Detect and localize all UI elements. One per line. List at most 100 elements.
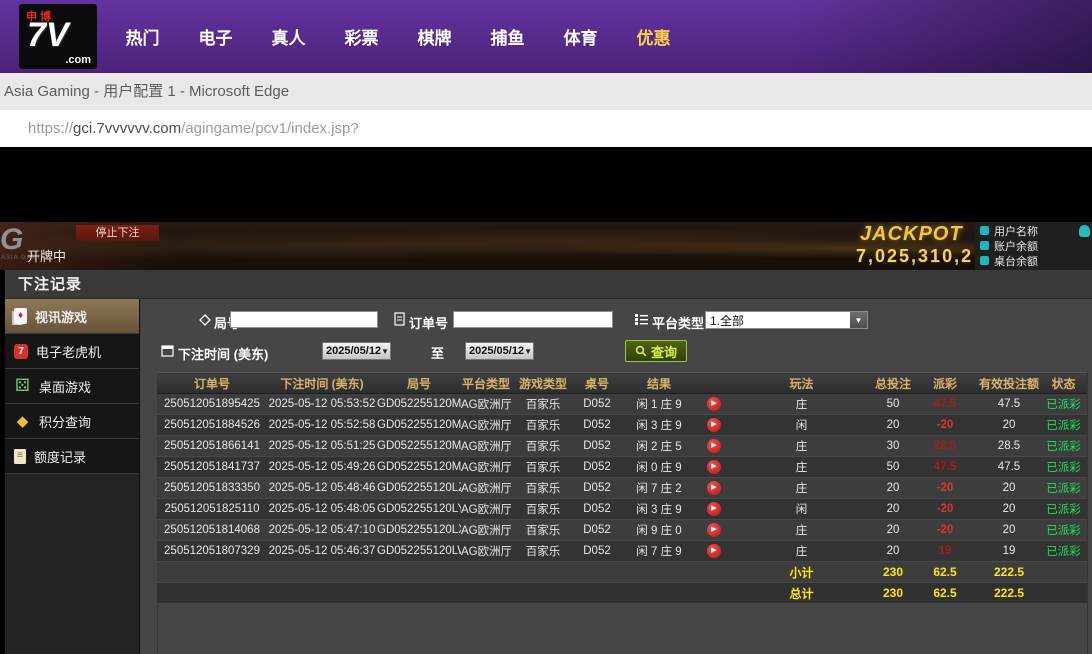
cell-time: 2025-05-12 05:49:26	[267, 457, 377, 478]
round-number-input[interactable]	[230, 311, 378, 328]
top-navigation: 申博 7V .com 热门电子真人彩票棋牌捕鱼体育优惠	[0, 0, 1092, 73]
cell-time: 2025-05-12 05:53:52	[267, 394, 377, 415]
jackpot-label: JACKPOT	[860, 223, 963, 246]
browser-urlbar[interactable]: https://gci.7vvvvvv.com/agingame/pcv1/in…	[0, 110, 1092, 147]
total-payout: 62.5	[912, 583, 978, 604]
cell-time: 2025-05-12 05:47:10	[267, 520, 377, 541]
play-video-button[interactable]: ▶	[707, 439, 721, 453]
nav-item-promotions[interactable]: 优惠	[617, 24, 690, 49]
account-row-icon	[980, 226, 989, 235]
cell-play-btn: ▶	[699, 499, 729, 520]
nav-item-fishing[interactable]: 捕鱼	[471, 24, 544, 49]
cell-platform: AG欧洲厅	[461, 394, 511, 415]
game-stream-strip: G ASIA GAMING 停止下注 开牌中 JACKPOT 7,025,310…	[0, 222, 1092, 270]
cell-play: 闲	[729, 499, 874, 520]
total-valid: 222.5	[978, 583, 1040, 604]
col-header-platform: 平台类型	[461, 373, 511, 394]
cell-play-btn: ▶	[699, 394, 729, 415]
url-scheme: https://	[28, 120, 73, 137]
play-video-button[interactable]: ▶	[707, 544, 721, 558]
jackpot-value: 7,025,310,2	[856, 246, 973, 267]
play-video-button[interactable]: ▶	[707, 502, 721, 516]
chevron-down-icon: ▼	[381, 347, 389, 356]
cell-table-no: D052	[575, 520, 619, 541]
bet-records-table: 订单号下注时间 (美东)局号平台类型游戏类型桌号结果玩法总投注派彩有效投注额状态…	[157, 372, 1087, 604]
date-from-button[interactable]: 2025/05/12 ▼	[322, 342, 391, 360]
cell-valid: 20	[978, 520, 1040, 541]
screen: 申博 7V .com 热门电子真人彩票棋牌捕鱼体育优惠 Asia Gaming …	[0, 0, 1092, 654]
sidebar-item-table-games[interactable]: 桌面游戏	[5, 369, 139, 404]
subtotal-row: 小计 230 62.5 222.5	[157, 562, 1087, 583]
chevron-down-icon: ▼	[850, 312, 867, 328]
cell-result: 闲 1 庄 9	[619, 394, 699, 415]
cell-valid: 47.5	[978, 394, 1040, 415]
col-header-game: 游戏类型	[511, 373, 575, 394]
search-button-label: 查询	[651, 342, 677, 361]
nav-item-sports[interactable]: 体育	[544, 24, 617, 49]
cell-status: 已派彩	[1040, 520, 1087, 541]
platform-type-select[interactable]: 1.全部 ▼	[705, 311, 868, 329]
play-video-button[interactable]: ▶	[707, 397, 721, 411]
account-info-panel: 用户名称账户余额桌台余额	[975, 222, 1092, 270]
sidebar-item-label: 额度记录	[34, 447, 86, 466]
play-video-button[interactable]: ▶	[707, 481, 721, 495]
nav-item-slots[interactable]: 电子	[179, 24, 252, 49]
order-number-input[interactable]	[453, 311, 613, 328]
cell-game: 百家乐	[511, 436, 575, 457]
cell-payout: 47.5	[912, 457, 978, 478]
sidebar-item-video-games[interactable]: 视讯游戏	[5, 299, 139, 334]
browser-titlebar: Asia Gaming - 用户配置 1 - Microsoft Edge	[0, 73, 1092, 110]
play-video-button[interactable]: ▶	[707, 460, 721, 474]
cell-time: 2025-05-12 05:51:25	[267, 436, 377, 457]
account-row-2: 账户余额	[975, 238, 1092, 253]
cell-round: GD052255120LW	[377, 541, 461, 562]
sidebar-item-label: 电子老虎机	[36, 342, 101, 361]
nav-item-board-games[interactable]: 棋牌	[398, 24, 471, 49]
cell-payout: -20	[912, 415, 978, 436]
calendar-icon	[161, 344, 174, 357]
cell-order: 250512051895425	[157, 394, 267, 415]
cell-game: 百家乐	[511, 478, 575, 499]
chevron-down-icon: ▼	[524, 347, 532, 356]
cell-time: 2025-05-12 05:52:58	[267, 415, 377, 436]
sidebar-item-slot-machines[interactable]: 电子老虎机	[5, 334, 139, 369]
cell-play: 庄	[729, 520, 874, 541]
bet-records-panel: 下注记录 视讯游戏电子老虎机桌面游戏积分查询额度记录 局号 订单号 平台类型 1…	[5, 270, 1092, 654]
nav-item-hot[interactable]: 热门	[106, 24, 179, 49]
cell-payout: -20	[912, 520, 978, 541]
account-row-label: 账户余额	[994, 238, 1038, 254]
cell-payout: -20	[912, 478, 978, 499]
cell-status: 已派彩	[1040, 478, 1087, 499]
cell-result: 闲 7 庄 9	[619, 541, 699, 562]
cell-valid: 28.5	[978, 436, 1040, 457]
cell-result: 闲 3 庄 9	[619, 415, 699, 436]
play-video-button[interactable]: ▶	[707, 418, 721, 432]
sidebar-item-label: 积分查询	[39, 412, 91, 431]
brand-logo[interactable]: 申博 7V .com	[19, 4, 97, 69]
table-row: 2505120518417372025-05-12 05:49:26GD0522…	[157, 457, 1087, 478]
cell-result: 闲 7 庄 2	[619, 478, 699, 499]
cell-status: 已派彩	[1040, 541, 1087, 562]
account-row-icon	[980, 256, 989, 265]
cell-valid: 47.5	[978, 457, 1040, 478]
cell-round: GD052255120M6	[377, 394, 461, 415]
cell-table-no: D052	[575, 499, 619, 520]
cell-order: 250512051866141	[157, 436, 267, 457]
nav-item-lottery[interactable]: 彩票	[325, 24, 398, 49]
url-domain: gci.7vvvvvv.com	[73, 120, 181, 137]
col-header-play	[699, 373, 729, 394]
date-to-button[interactable]: 2025/05/12 ▼	[465, 342, 534, 360]
play-video-button[interactable]: ▶	[707, 523, 721, 537]
col-header-bet: 总投注	[874, 373, 912, 394]
subtotal-payout: 62.5	[912, 562, 978, 583]
account-row-3: 桌台余额	[975, 253, 1092, 268]
sidebar-item-quota-records[interactable]: 额度记录	[5, 439, 139, 474]
order-number-label: 订单号	[409, 313, 448, 332]
cell-payout: 47.5	[912, 394, 978, 415]
nav-menu: 热门电子真人彩票棋牌捕鱼体育优惠	[106, 0, 690, 73]
nav-item-live[interactable]: 真人	[252, 24, 325, 49]
search-button[interactable]: 查询	[625, 340, 687, 362]
cell-order: 250512051841737	[157, 457, 267, 478]
sidebar-item-points-query[interactable]: 积分查询	[5, 404, 139, 439]
cell-bet: 50	[874, 394, 912, 415]
